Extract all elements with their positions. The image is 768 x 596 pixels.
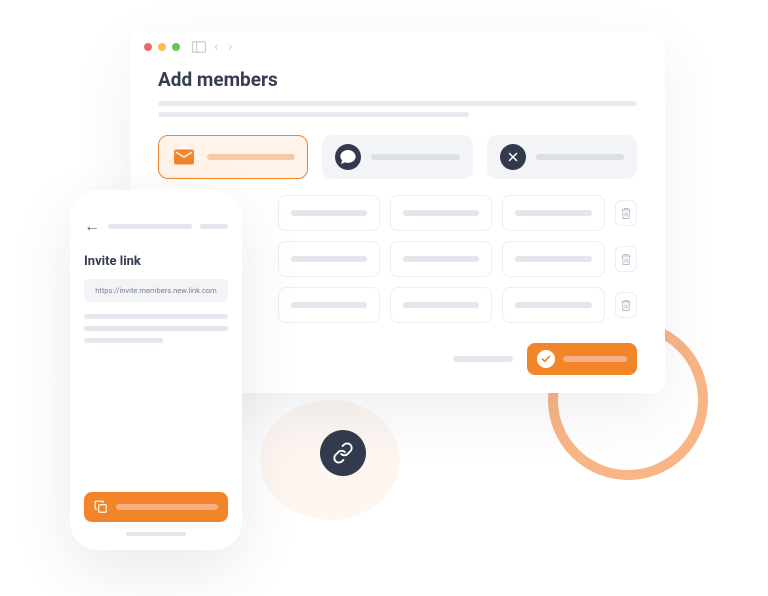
member-field[interactable] bbox=[278, 287, 380, 323]
member-row bbox=[278, 287, 637, 323]
member-field[interactable] bbox=[390, 287, 492, 323]
invite-method-cancel[interactable] bbox=[487, 135, 637, 179]
phone-header: ← bbox=[84, 216, 228, 236]
invite-method-email[interactable] bbox=[158, 135, 308, 179]
invite-methods bbox=[158, 135, 637, 179]
member-row bbox=[278, 195, 637, 231]
envelope-icon bbox=[171, 144, 197, 170]
skeleton-line bbox=[108, 224, 192, 229]
skeleton-line bbox=[563, 356, 627, 362]
confirm-button[interactable] bbox=[527, 343, 637, 375]
skeleton-line bbox=[536, 154, 624, 160]
page-title: Add members bbox=[158, 68, 637, 91]
phone-mockup: ← Invite link https://invite.members.new… bbox=[70, 190, 242, 550]
member-field[interactable] bbox=[502, 287, 604, 323]
nav-back-icon[interactable]: ‹ bbox=[212, 39, 220, 55]
home-indicator bbox=[126, 532, 186, 536]
invite-method-chat[interactable] bbox=[322, 135, 472, 179]
chat-icon bbox=[335, 144, 361, 170]
member-row bbox=[278, 241, 637, 277]
skeleton-line bbox=[84, 314, 228, 319]
delete-row-button[interactable] bbox=[615, 292, 637, 318]
skeleton-line bbox=[116, 504, 218, 510]
cancel-button[interactable] bbox=[453, 356, 513, 362]
trash-icon bbox=[620, 207, 632, 220]
nav-forward-icon[interactable]: › bbox=[226, 39, 234, 55]
traffic-max-icon[interactable] bbox=[172, 43, 180, 51]
sidebar-icon[interactable] bbox=[192, 41, 206, 53]
skeleton-line bbox=[84, 326, 228, 331]
skeleton-line bbox=[207, 154, 295, 160]
skeleton-line bbox=[371, 154, 459, 160]
link-badge bbox=[320, 430, 366, 476]
traffic-min-icon[interactable] bbox=[158, 43, 166, 51]
member-field[interactable] bbox=[502, 241, 604, 277]
skeleton-line bbox=[158, 101, 637, 106]
member-field[interactable] bbox=[390, 195, 492, 231]
back-icon[interactable]: ← bbox=[84, 216, 100, 236]
copy-icon bbox=[94, 500, 108, 514]
member-field[interactable] bbox=[502, 195, 604, 231]
copy-link-button[interactable] bbox=[84, 492, 228, 522]
trash-icon bbox=[620, 299, 632, 312]
invite-url-field[interactable]: https://invite.members.new.link.com bbox=[84, 279, 228, 302]
member-field[interactable] bbox=[278, 195, 380, 231]
member-field[interactable] bbox=[390, 241, 492, 277]
delete-row-button[interactable] bbox=[615, 246, 637, 272]
skeleton-line bbox=[158, 112, 469, 117]
close-icon bbox=[500, 144, 526, 170]
skeleton-line bbox=[200, 224, 228, 229]
link-icon bbox=[332, 442, 354, 464]
delete-row-button[interactable] bbox=[615, 200, 637, 226]
member-field[interactable] bbox=[278, 241, 380, 277]
phone-title: Invite link bbox=[84, 254, 228, 269]
trash-icon bbox=[620, 253, 632, 266]
traffic-close-icon[interactable] bbox=[144, 43, 152, 51]
check-icon bbox=[537, 350, 555, 368]
member-fields-grid bbox=[278, 195, 637, 323]
browser-chrome: ‹ › bbox=[130, 32, 665, 62]
